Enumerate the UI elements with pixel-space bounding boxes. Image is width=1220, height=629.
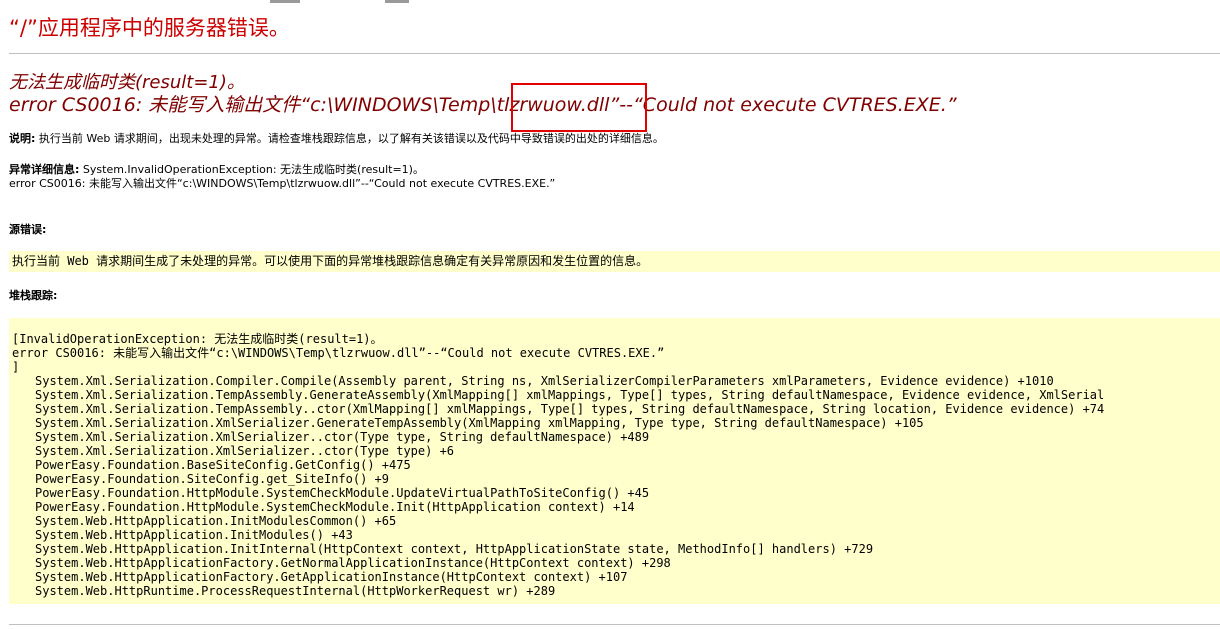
stack-trace-frame: System.Xml.Serialization.TempAssembly.Ge… [35,388,1105,402]
stack-trace-frame: System.Xml.Serialization.XmlSerializer..… [35,430,650,444]
divider [9,53,1220,54]
stack-trace-frame: System.Web.HttpApplication.InitInternal(… [35,542,874,556]
stack-trace-frame: System.Web.HttpApplication.InitModules()… [35,528,353,542]
source-error-label: 源错误: [9,223,46,236]
annotation-highlight-box [511,83,647,132]
stack-trace-header-line: [InvalidOperationException: 无法生成临时类(resu… [12,332,383,346]
stack-trace-frame: System.Xml.Serialization.XmlSerializer..… [35,444,455,458]
exception-details-line2: error CS0016: 未能写入输出文件“c:\WINDOWS\Temp\t… [9,177,556,190]
error-heading-line2: error CS0016: 未能写入输出文件“c:\WINDOWS\Temp\t… [9,94,957,116]
bottom-divider [9,624,1220,625]
browser-top-strip [0,0,1220,4]
top-tab-marker [270,0,300,3]
stack-trace-frame: PowerEasy.Foundation.HttpModule.SystemCh… [35,486,650,500]
stack-trace-frame: System.Web.HttpApplicationFactory.GetApp… [35,570,628,584]
stack-trace-label-text: 堆栈跟踪: [9,289,58,302]
page-title: “/”应用程序中的服务器错误。 [9,16,290,40]
stack-trace-frame: PowerEasy.Foundation.SiteConfig.get_Site… [35,472,390,486]
stack-trace-frame: System.Web.HttpApplicationFactory.GetNor… [35,556,671,570]
description-text: 执行当前 Web 请求期间，出现未处理的异常。请检查堆栈跟踪信息，以了解有关该错… [35,132,664,145]
stack-trace-header-line: ] [12,360,20,374]
description-block: 说明: 执行当前 Web 请求期间，出现未处理的异常。请检查堆栈跟踪信息，以了解… [9,132,664,145]
source-error-label-text: 源错误: [9,223,47,236]
stack-trace-frame: System.Xml.Serialization.XmlSerializer.G… [35,416,924,430]
stack-trace-label: 堆栈跟踪: [9,289,57,302]
top-tab-marker [385,0,409,3]
stack-trace-header-line: error CS0016: 未能写入输出文件“c:\WINDOWS\Temp\t… [12,346,665,360]
exception-details-block: 异常详细信息: System.InvalidOperationException… [9,163,424,176]
stack-trace-frame: System.Xml.Serialization.TempAssembly..c… [35,402,1105,416]
stack-trace-frame: System.Web.HttpRuntime.ProcessRequestInt… [35,584,556,598]
exception-details-text: System.InvalidOperationException: 无法生成临时… [79,163,424,176]
stack-trace-frame: PowerEasy.Foundation.BaseSiteConfig.GetC… [35,458,411,472]
error-heading-line1: 无法生成临时类(result=1)。 [9,72,245,93]
description-label: 说明: [9,132,36,145]
stack-trace-frame: PowerEasy.Foundation.HttpModule.SystemCh… [35,500,635,514]
source-error-text: 执行当前 Web 请求期间生成了未处理的异常。可以使用下面的异常堆栈跟踪信息确定… [12,254,649,268]
error-heading: 无法生成临时类(result=1)。 error CS0016: 未能写入输出文… [9,72,957,116]
stack-trace-frame: System.Web.HttpApplication.InitModulesCo… [35,514,397,528]
stack-trace-box: [InvalidOperationException: 无法生成临时类(resu… [9,318,1220,604]
source-error-box: 执行当前 Web 请求期间生成了未处理的异常。可以使用下面的异常堆栈跟踪信息确定… [9,251,1220,272]
exception-details-label: 异常详细信息: [9,163,80,176]
stack-trace-frame: System.Xml.Serialization.Compiler.Compil… [35,374,1054,388]
